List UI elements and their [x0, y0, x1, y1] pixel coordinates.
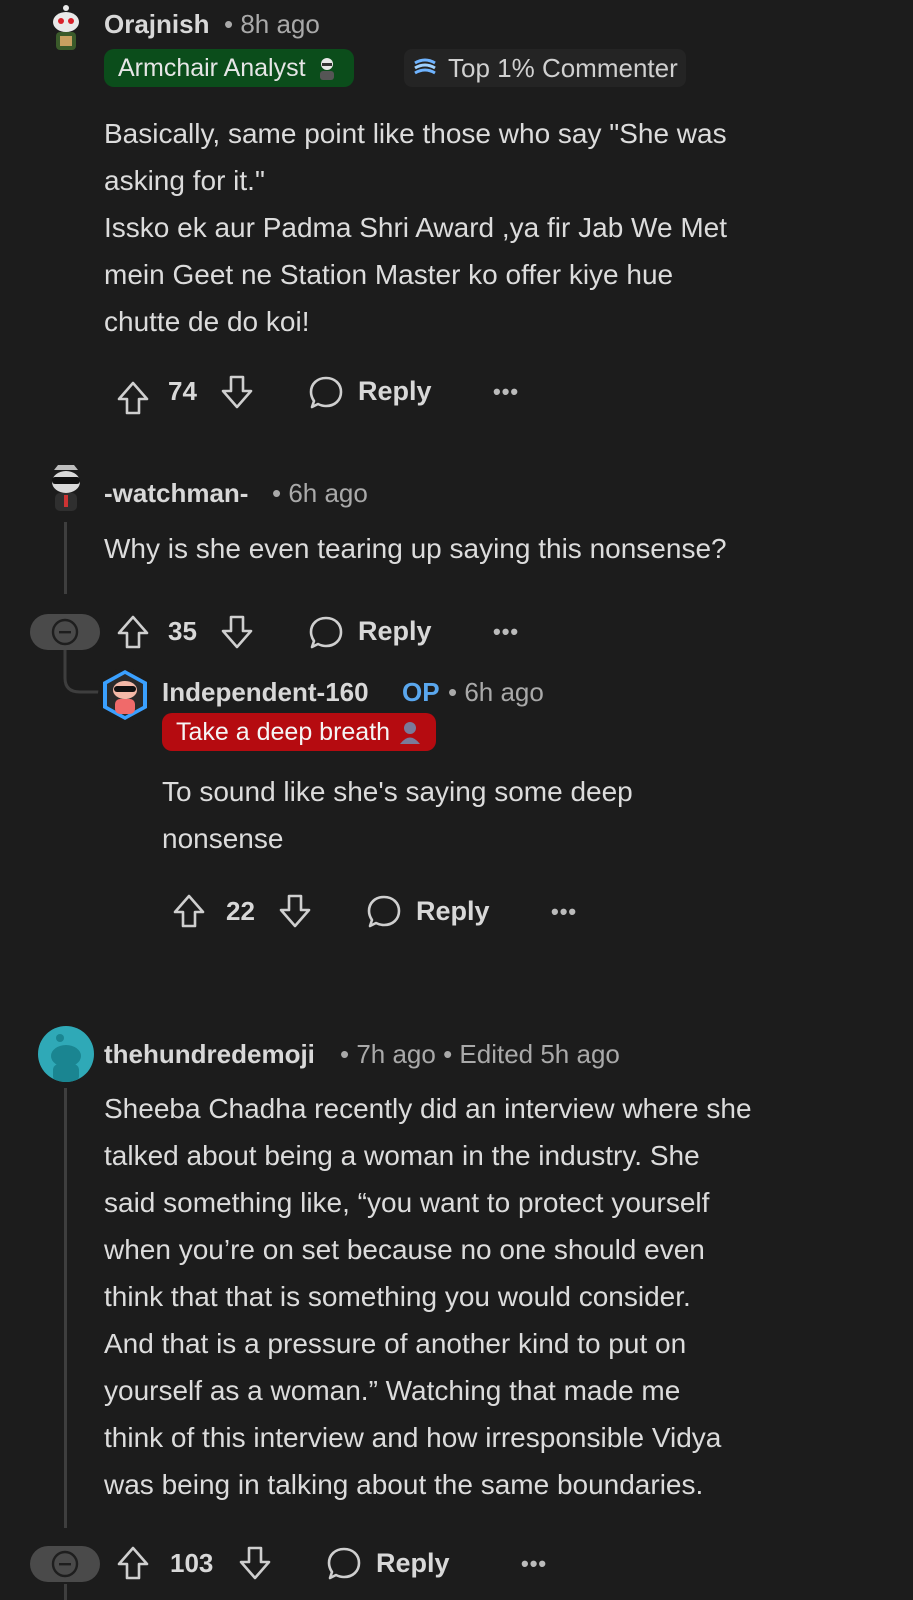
minus-circle-icon: [51, 618, 79, 646]
comment-body: Why is she even tearing up saying this n…: [104, 525, 884, 572]
downvote-icon[interactable]: [238, 1545, 272, 1581]
collapse-thread-button[interactable]: [30, 614, 100, 650]
collapse-thread-button[interactable]: [30, 1546, 100, 1582]
reply-bubble-icon[interactable]: [326, 1545, 362, 1581]
comment-timestamp: • 6h ago: [272, 478, 368, 508]
comment-timestamp: • 8h ago: [224, 9, 320, 39]
op-label: OP: [402, 677, 440, 707]
comment-body: To sound like she's saying some deep non…: [162, 768, 862, 862]
comment-line: nonsense: [162, 823, 284, 854]
thread-line[interactable]: [64, 1584, 67, 1600]
comment-timestamp: • 6h ago: [448, 677, 544, 707]
avatar[interactable]: [40, 462, 92, 514]
upvote-icon[interactable]: [116, 1545, 150, 1581]
user-flair: Armchair Analyst: [104, 49, 354, 87]
snoo-avatar-icon: [103, 670, 147, 720]
comment-author[interactable]: Independent-160: [162, 677, 369, 707]
downvote-icon[interactable]: [220, 614, 254, 650]
downvote-icon[interactable]: [278, 893, 312, 929]
more-options-button[interactable]: •••: [551, 901, 577, 923]
reply-bubble-icon[interactable]: [308, 614, 344, 650]
comment-line: Issko ek aur Padma Shri Award ,ya fir Ja…: [104, 212, 727, 243]
comment-line: Sheeba Chadha recently did an interview …: [104, 1093, 752, 1124]
upvote-icon[interactable]: [116, 380, 150, 416]
reply-button[interactable]: Reply: [376, 1548, 450, 1578]
comment-line: chutte de do koi!: [104, 306, 310, 337]
comment-line: said something like, “you want to protec…: [104, 1187, 710, 1218]
reply-bubble-icon[interactable]: [366, 893, 402, 929]
comment-author[interactable]: Orajnish: [104, 9, 209, 39]
upvote-icon[interactable]: [172, 893, 206, 929]
comment-line: Why is she even tearing up saying this n…: [104, 533, 727, 564]
avatar[interactable]: [40, 2, 92, 54]
avatar[interactable]: [98, 668, 152, 722]
badge-label: Top 1% Commenter: [448, 53, 678, 83]
analyst-emoji-icon: [319, 58, 334, 80]
comment-line: think of this interview and how irrespon…: [104, 1422, 722, 1453]
user-flair: Take a deep breath: [162, 713, 437, 751]
top-commenter-badge: Top 1% Commenter: [404, 49, 686, 87]
snoo-avatar-icon: [51, 1034, 81, 1082]
upvote-icon[interactable]: [116, 614, 150, 650]
flair-label: Armchair Analyst: [118, 54, 306, 82]
comment-timestamp: • 7h ago • Edited 5h ago: [340, 1039, 620, 1069]
comment-line: And that is a pressure of another kind t…: [104, 1328, 687, 1359]
snoo-avatar-icon: [52, 465, 80, 511]
thread-line[interactable]: [64, 522, 67, 594]
comment-line: Basically, same point like those who say…: [104, 118, 727, 149]
more-options-button[interactable]: •••: [493, 381, 519, 403]
comment-body: Basically, same point like those who say…: [104, 110, 884, 345]
avatar[interactable]: [38, 1026, 94, 1082]
vote-count: 22: [226, 896, 255, 926]
reply-button[interactable]: Reply: [358, 616, 432, 646]
person-silhouette-icon: [400, 722, 421, 744]
comment-line: asking for it.": [104, 165, 265, 196]
more-options-button[interactable]: •••: [493, 621, 519, 643]
thread-line[interactable]: [64, 1088, 67, 1528]
vote-count: 74: [168, 376, 197, 406]
flair-label: Take a deep breath: [176, 718, 391, 746]
comment-line: yourself as a woman.” Watching that made…: [104, 1375, 681, 1406]
more-options-button[interactable]: •••: [521, 1553, 547, 1575]
comment-author[interactable]: -watchman-: [104, 478, 248, 508]
comment-line: mein Geet ne Station Master ko offer kiy…: [104, 259, 674, 290]
minus-circle-icon: [51, 1550, 79, 1578]
comment-body: Sheeba Chadha recently did an interview …: [104, 1085, 904, 1508]
top-commenter-icon: [414, 58, 436, 75]
comment-line: talked about being a woman in the indust…: [104, 1140, 700, 1171]
comment-line: when you’re on set because no one should…: [104, 1234, 705, 1265]
snoo-avatar-icon: [53, 5, 79, 50]
comment-author[interactable]: thehundredemoji: [104, 1039, 315, 1069]
comment-line: was being in talking about the same boun…: [104, 1469, 704, 1500]
vote-count: 35: [168, 616, 197, 646]
reply-button[interactable]: Reply: [358, 376, 432, 406]
comment-line: To sound like she's saying some deep: [162, 776, 633, 807]
downvote-icon[interactable]: [220, 374, 254, 410]
vote-count: 103: [170, 1548, 214, 1578]
comment-line: think that that is something you would c…: [104, 1281, 691, 1312]
reply-button[interactable]: Reply: [416, 896, 490, 926]
reply-bubble-icon[interactable]: [308, 374, 344, 410]
